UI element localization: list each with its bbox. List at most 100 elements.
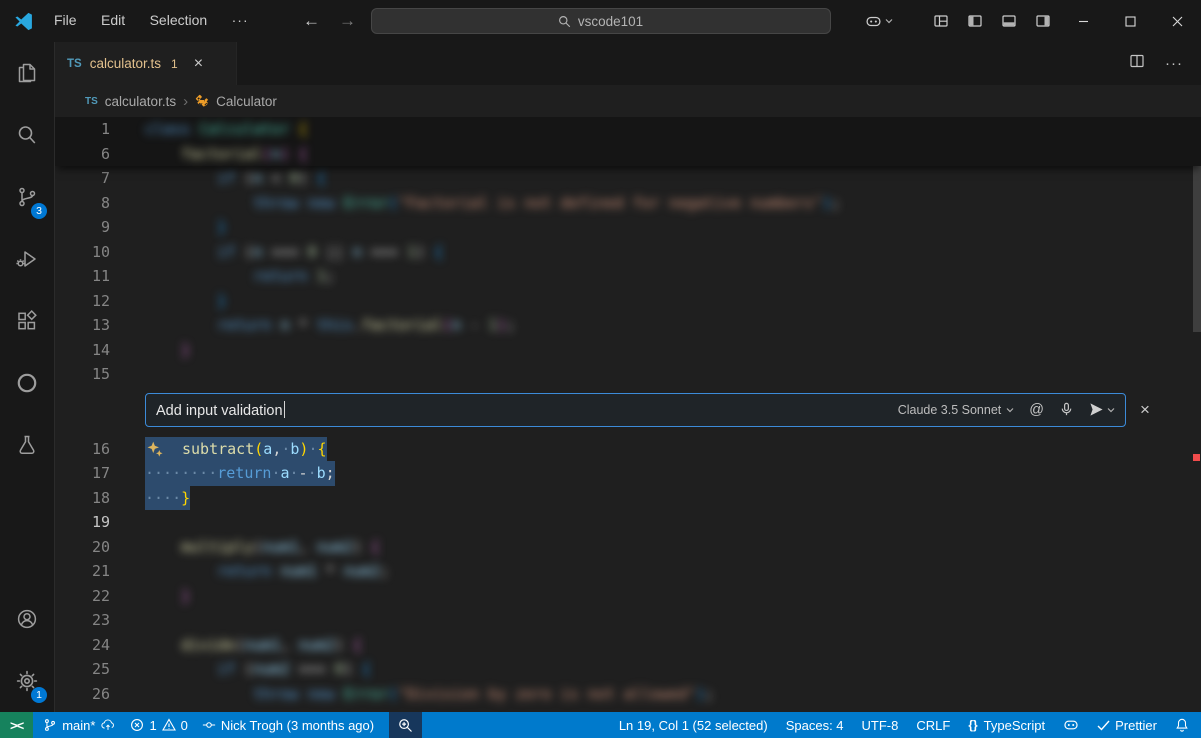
code-line-9[interactable]: 9 } <box>55 215 1201 240</box>
code-line-25[interactable]: 25 if (num2 === 0) { <box>55 657 1201 682</box>
code-line-20[interactable]: 20 multiply(num1, num2) { <box>55 535 1201 560</box>
text-cursor <box>284 401 286 418</box>
activity-item-testing[interactable] <box>0 414 54 476</box>
activity-item-source-control[interactable]: 3 <box>0 166 54 228</box>
toggle-panel-button[interactable] <box>992 0 1026 42</box>
code-line-13[interactable]: 13 return n * this.factorial(n - 1); <box>55 313 1201 338</box>
encoding-status[interactable]: UTF-8 <box>855 712 906 738</box>
scrollbar-thumb[interactable] <box>1193 147 1201 332</box>
code-editor[interactable]: 1class Calculator {6 factorial(n) { 7 if… <box>55 117 1201 712</box>
command-center-search[interactable]: vscode101 <box>371 8 831 34</box>
activity-item-run-debug[interactable] <box>0 228 54 290</box>
code-line-17[interactable]: 17········return·a·-·b; <box>55 461 1201 486</box>
notifications-bell[interactable] <box>1168 712 1196 738</box>
menu-more-button[interactable]: ··· <box>222 12 259 28</box>
indentation-status[interactable]: Spaces: 4 <box>779 712 851 738</box>
code-line-7[interactable]: 7 if (n < 0) { <box>55 166 1201 191</box>
git-blame-status[interactable]: Nick Trogh (3 months ago) <box>195 712 381 738</box>
code-token: ; <box>506 316 515 334</box>
copilot-status[interactable] <box>1056 712 1086 738</box>
code-token <box>145 562 217 580</box>
code-line-19[interactable]: 19 <box>55 510 1201 535</box>
code-token: ) <box>353 538 371 556</box>
editor-more-actions-button[interactable]: ··· <box>1165 55 1183 72</box>
code-token <box>145 194 253 212</box>
code-line-21[interactable]: 21 return num1 * num2; <box>55 559 1201 584</box>
back-button[interactable]: ← <box>303 0 320 42</box>
code-token: ; <box>326 464 335 482</box>
code-line-11[interactable]: 11 return 1; <box>55 264 1201 289</box>
code-token <box>335 194 344 212</box>
breadcrumb-file[interactable]: calculator.ts <box>105 94 176 109</box>
code-line-12[interactable]: 12 } <box>55 289 1201 314</box>
attach-context-button[interactable]: @ <box>1029 402 1044 418</box>
activity-item-accounts[interactable] <box>0 588 54 650</box>
minimize-button[interactable] <box>1060 0 1107 42</box>
tab-close-button[interactable]: × <box>194 56 203 72</box>
sidebar-right-icon <box>1035 13 1051 29</box>
menu-file[interactable]: File <box>44 12 87 28</box>
copilot-menu-button[interactable] <box>856 0 902 42</box>
code-line-15[interactable]: 15 <box>55 362 1201 387</box>
code-line-1[interactable]: 1class Calculator { <box>55 117 1201 142</box>
maximize-button[interactable] <box>1107 0 1154 42</box>
code-line-26[interactable]: 26 throw new Error("Division by zero is … <box>55 682 1201 707</box>
code-token <box>190 120 199 138</box>
inline-chat-sparkle-icon[interactable] <box>145 437 182 462</box>
problems-status[interactable]: 1 0 <box>123 712 194 738</box>
line-number: 17 <box>55 461 110 486</box>
formatter-status[interactable]: Prettier <box>1090 712 1164 738</box>
code-line-8[interactable]: 8 throw new Error("Factorial is not defi… <box>55 191 1201 216</box>
code-token <box>145 316 217 334</box>
tab-calculator-ts[interactable]: TS calculator.ts 1 × <box>55 42 237 85</box>
line-number: 20 <box>55 535 110 560</box>
close-button[interactable] <box>1154 0 1201 42</box>
toggle-primary-sidebar-button[interactable] <box>958 0 992 42</box>
activity-item-github[interactable] <box>0 352 54 414</box>
code-token <box>145 636 181 654</box>
code-line-10[interactable]: 10 if (n === 0 || n === 1) { <box>55 240 1201 265</box>
branch-status[interactable]: main* <box>36 712 123 738</box>
inline-chat-close-button[interactable]: × <box>1130 400 1160 420</box>
code-line-23[interactable]: 23 <box>55 608 1201 633</box>
code-line-24[interactable]: 24 divide(num1, num2) { <box>55 633 1201 658</box>
overview-ruler-error-marker <box>1193 454 1200 461</box>
line-number: 7 <box>55 166 110 191</box>
microphone-button[interactable] <box>1059 402 1074 417</box>
code-token: num1 <box>280 562 316 580</box>
code-line-22[interactable]: 22 } <box>55 584 1201 609</box>
zoom-indicator[interactable] <box>389 712 422 738</box>
code-token: Error <box>344 685 389 703</box>
line-content: ····} <box>145 486 190 511</box>
cursor-position-label: Ln 19, Col 1 (52 selected) <box>619 718 768 733</box>
activity-item-search[interactable] <box>0 104 54 166</box>
menu-edit[interactable]: Edit <box>91 12 135 28</box>
activity-item-settings[interactable]: 1 <box>0 650 54 712</box>
code-line-14[interactable]: 14 } <box>55 338 1201 363</box>
toggle-secondary-sidebar-button[interactable] <box>1026 0 1060 42</box>
code-token: · <box>290 464 299 482</box>
code-line-6[interactable]: 6 factorial(n) { <box>55 142 1201 167</box>
cursor-position-status[interactable]: Ln 19, Col 1 (52 selected) <box>612 712 775 738</box>
split-editor-button[interactable] <box>1129 53 1145 74</box>
language-status[interactable]: {} TypeScript <box>961 712 1052 738</box>
line-number: 16 <box>55 437 110 462</box>
warning-count: 0 <box>181 718 188 733</box>
activity-item-extensions[interactable] <box>0 290 54 352</box>
line-number: 18 <box>55 486 110 511</box>
minimize-icon <box>1078 16 1089 27</box>
eol-status[interactable]: CRLF <box>909 712 957 738</box>
code-line-18[interactable]: 18 ····} <box>55 486 1201 511</box>
send-button[interactable] <box>1089 402 1115 417</box>
activity-item-explorer[interactable] <box>0 42 54 104</box>
class-symbol-icon <box>195 94 209 108</box>
inline-chat-input[interactable]: Add input validation <box>156 401 285 419</box>
customize-layout-button[interactable] <box>924 0 958 42</box>
code-token: === <box>362 243 407 261</box>
menu-selection[interactable]: Selection <box>140 12 218 28</box>
breadcrumb-symbol[interactable]: Calculator <box>216 94 277 109</box>
code-line-16[interactable]: 16subtract(a,·b)·{ <box>55 437 1201 462</box>
remote-indicator[interactable]: >< <box>0 712 33 738</box>
forward-button[interactable]: → <box>339 0 356 42</box>
model-picker-button[interactable]: Claude 3.5 Sonnet <box>898 403 1015 417</box>
